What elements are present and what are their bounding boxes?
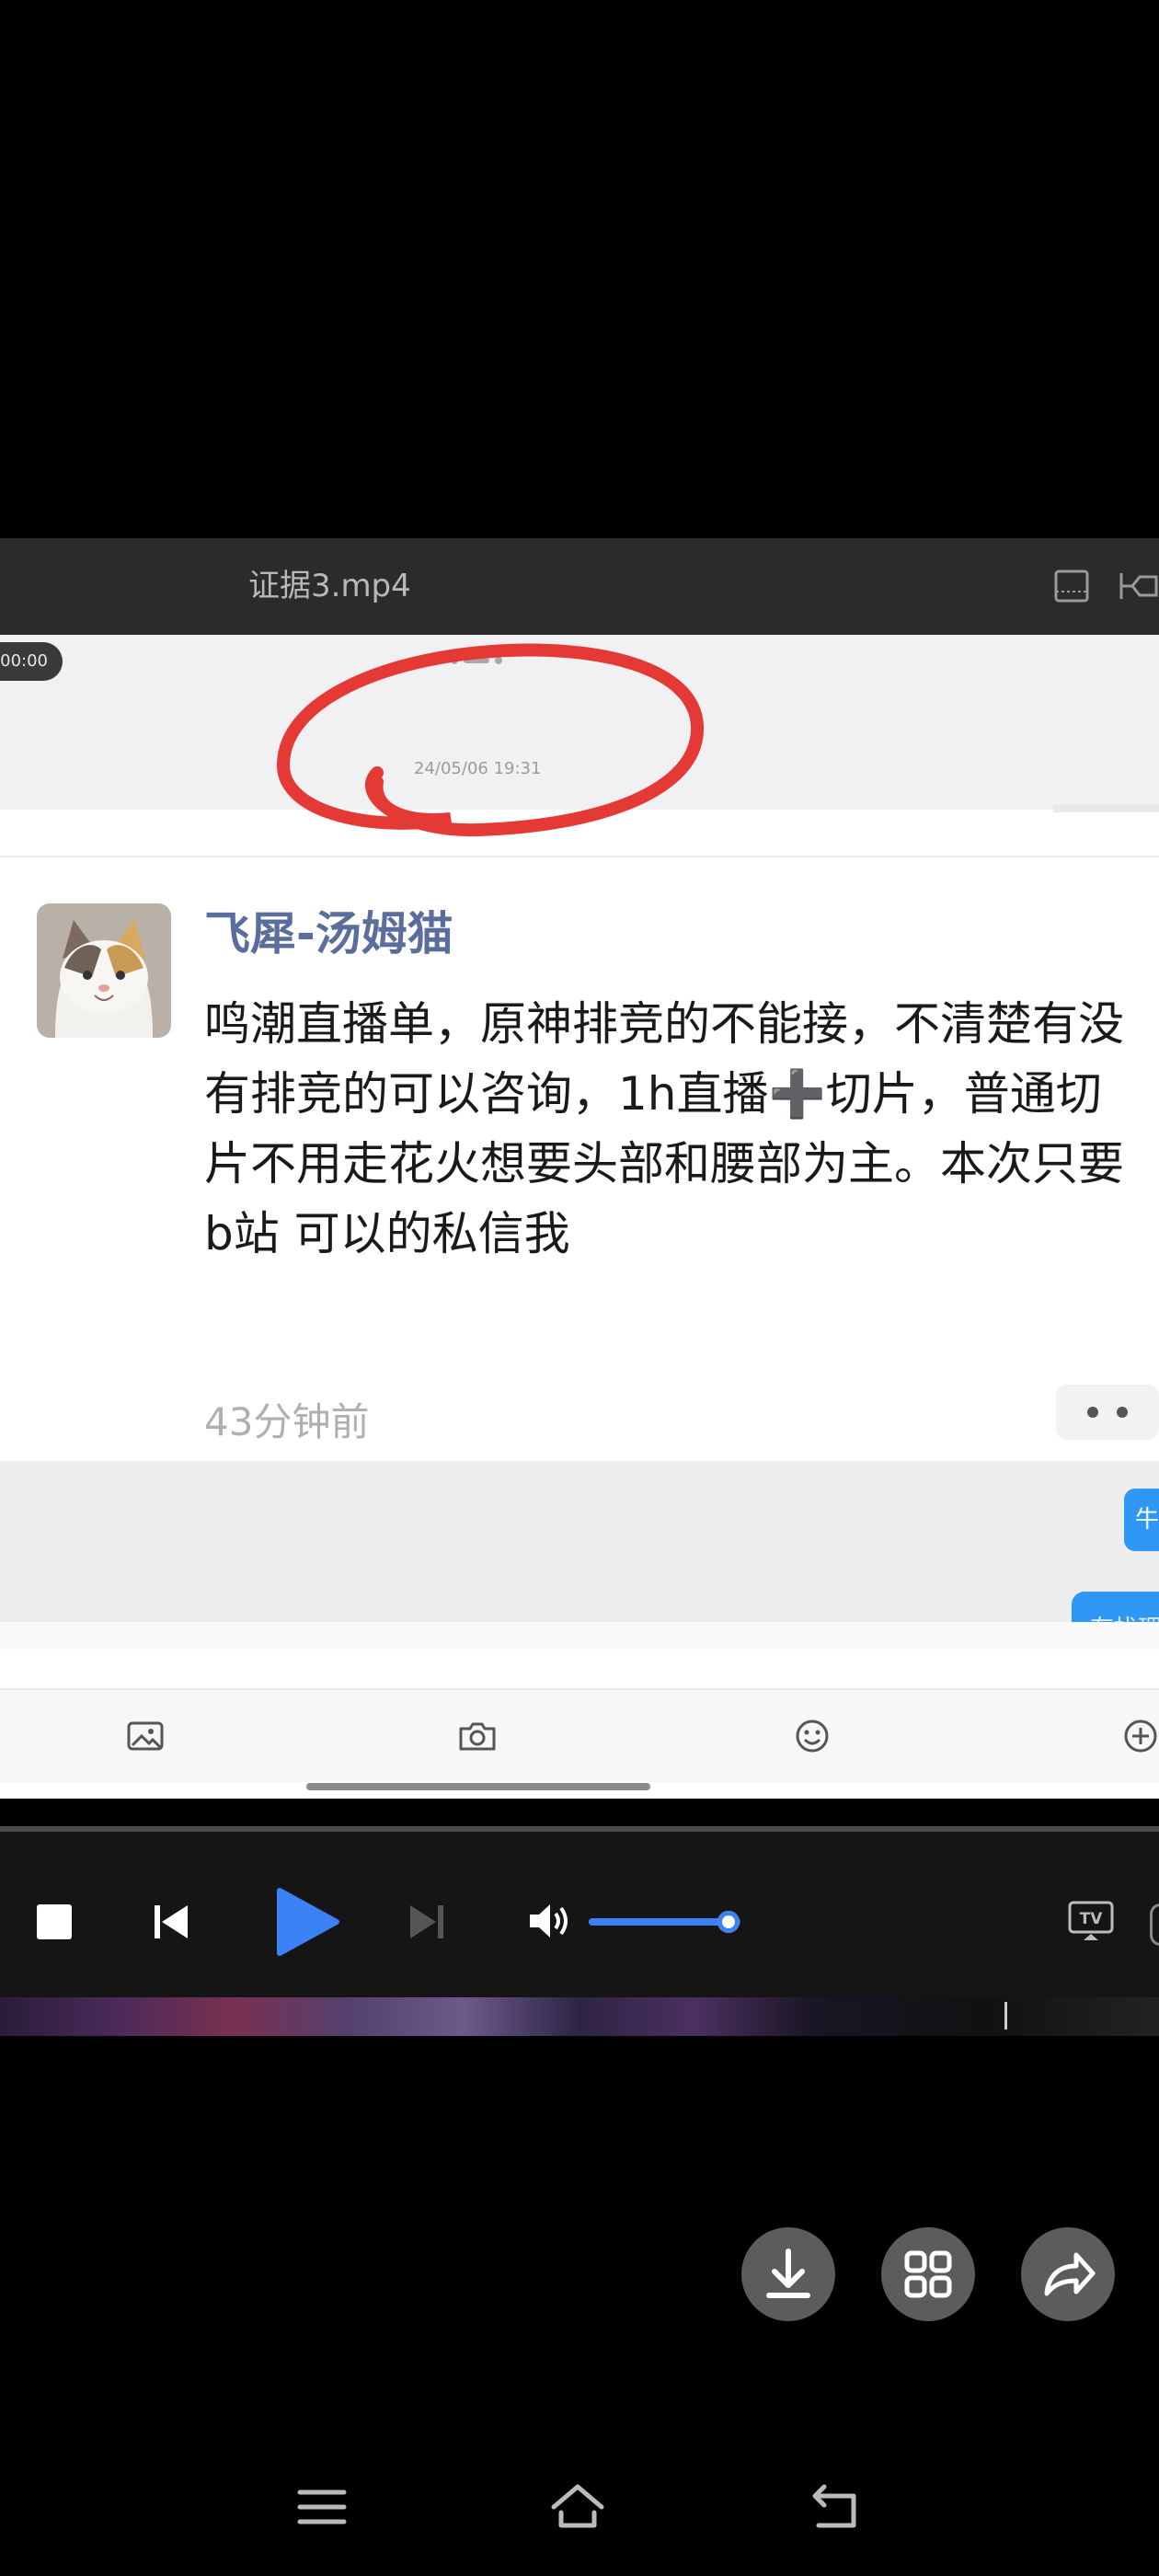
share-icon (1044, 2252, 1096, 2296)
camera-icon[interactable] (457, 1718, 498, 1754)
more-dots-icon (1087, 1407, 1128, 1418)
chat-footer (0, 1622, 1159, 1650)
avatar[interactable] (37, 903, 171, 1038)
grid-icon (904, 2250, 952, 2298)
recording-time: 00:00 (0, 642, 63, 681)
divider (1053, 805, 1159, 812)
download-button[interactable] (741, 2227, 835, 2321)
cat-avatar-icon (37, 903, 171, 1038)
post-time: 43分钟前 (204, 1399, 370, 1444)
home-icon[interactable] (550, 2479, 605, 2535)
more-controls-icon[interactable] (1150, 1903, 1159, 1946)
home-indicator (306, 1783, 650, 1790)
menu-icon[interactable] (294, 2479, 350, 2535)
pin-icon[interactable] (1118, 566, 1159, 607)
more-options-button[interactable] (1056, 1385, 1159, 1440)
apps-grid-button[interactable] (881, 2227, 975, 2321)
volume-fill (589, 1918, 729, 1926)
volume-icon[interactable] (526, 1898, 576, 1944)
stop-button[interactable] (37, 1904, 72, 1939)
file-name: 证据3.mp4 (248, 568, 411, 604)
svg-text:TV: TV (1080, 1910, 1104, 1928)
tv-cast-icon[interactable]: TV (1067, 1900, 1115, 1942)
red-annotation-circle (276, 643, 705, 837)
thumbnail-strip[interactable] (0, 1997, 1159, 2036)
video-frame[interactable]: 00:00 24/05/06 19:31 飞犀-汤姆猫 鸣潮直播单，原神排竞的不… (0, 635, 1159, 1799)
post-username[interactable]: 飞犀-汤姆猫 (204, 897, 453, 963)
chat-area (0, 1461, 1159, 1622)
previous-icon[interactable] (149, 1900, 193, 1944)
input-toolbar (0, 1688, 1159, 1782)
share-button[interactable] (1021, 2227, 1115, 2321)
thumbnail-marker (1004, 2002, 1007, 2030)
back-icon[interactable] (808, 2479, 863, 2535)
fullscreen-icon[interactable] (1053, 568, 1090, 604)
play-icon[interactable] (274, 1887, 340, 1957)
player-control-bar: TV (0, 1832, 1159, 1997)
emoji-icon[interactable] (792, 1718, 832, 1754)
divider (0, 856, 1159, 857)
chat-bubble: 牛 (1124, 1489, 1159, 1551)
player-title-bar: 证据3.mp4 (0, 538, 1159, 635)
plus-icon[interactable] (1120, 1718, 1159, 1754)
download-icon (766, 2248, 810, 2298)
next-icon[interactable] (405, 1900, 449, 1944)
volume-knob[interactable] (717, 1911, 740, 1933)
image-icon[interactable] (125, 1718, 166, 1754)
post-message: 鸣潮直播单，原神排竞的不能接，不清楚有没有排竞的可以咨询，1h直播➕切片，普通切… (204, 997, 1124, 1260)
